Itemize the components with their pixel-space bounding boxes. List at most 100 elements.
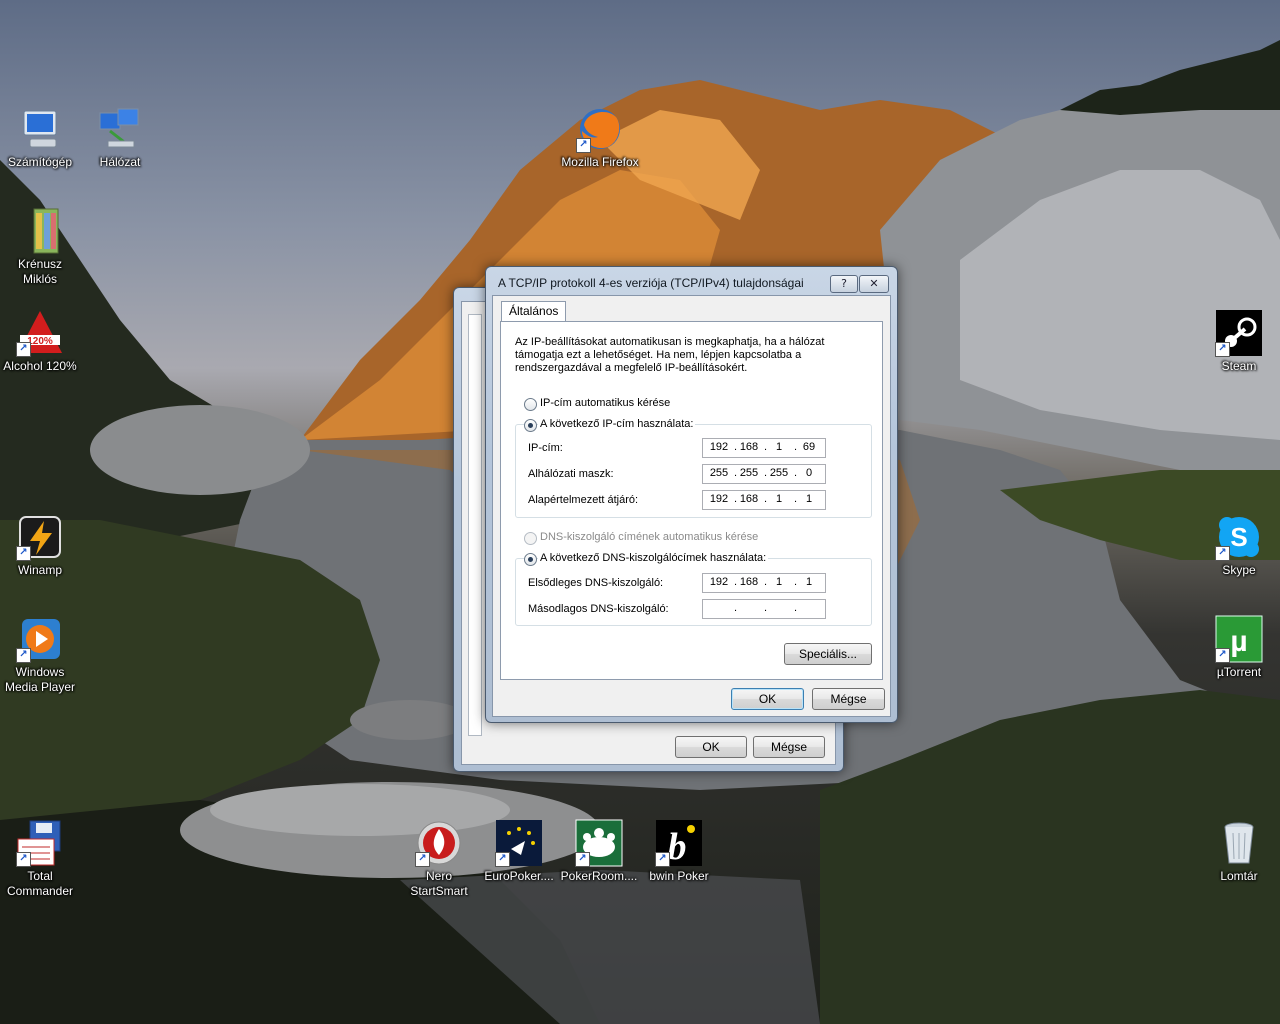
radio-dns-auto[interactable] <box>524 532 537 545</box>
radio-ip-auto-label[interactable]: IP-cím automatikus kérése <box>540 397 670 409</box>
shortcut-arrow-icon: ↗ <box>575 852 590 867</box>
computer-icon <box>16 105 64 153</box>
help-button[interactable]: ? <box>830 275 858 293</box>
gateway-field[interactable]: 192. 168. 1. 1 <box>702 490 826 510</box>
radio-dns-manual-label[interactable]: A következő DNS-kiszolgálócímek használa… <box>538 552 769 564</box>
svg-text:S: S <box>1230 522 1247 552</box>
cancel-button[interactable]: Mégse <box>812 688 885 710</box>
desktop-icon-network[interactable]: Hálózat <box>80 105 160 170</box>
pokerroom-icon: ↗ <box>575 819 623 867</box>
radio-ip-manual[interactable] <box>524 419 537 432</box>
desktop-icon-winamp[interactable]: ↗ Winamp <box>0 513 80 578</box>
desktop-icon-label: PokerRoom.... <box>560 869 638 883</box>
desktop-icon-label: Krénusz Miklós <box>17 257 63 286</box>
close-icon: ✕ <box>869 277 879 290</box>
desktop-icon-label: Nero StartSmart <box>410 869 468 898</box>
background-ok-button[interactable]: OK <box>675 736 747 758</box>
dns1-octet-1: 192 <box>709 576 729 588</box>
steam-icon: ↗ <box>1215 309 1263 357</box>
europoker-icon: ↗ <box>495 819 543 867</box>
gateway-octet-2: 168 <box>739 493 759 505</box>
desktop-icon-label: Mozilla Firefox <box>561 155 639 169</box>
desktop-icon-bwin[interactable]: b ↗ bwin Poker <box>639 819 719 884</box>
subnet-mask-label: Alhálózati maszk: <box>528 468 614 480</box>
desktop-icon-total-commander[interactable]: ↗ Total Commander <box>0 819 80 899</box>
utorrent-icon: µ ↗ <box>1215 615 1263 663</box>
desktop-icon-pokerroom[interactable]: ↗ PokerRoom.... <box>559 819 639 884</box>
desktop-icon-label: Skype <box>1222 563 1256 577</box>
shortcut-arrow-icon: ↗ <box>16 852 31 867</box>
shortcut-arrow-icon: ↗ <box>415 852 430 867</box>
desktop-icon-label: EuroPoker.... <box>484 869 554 883</box>
desktop-icon-label: Hálózat <box>99 155 141 169</box>
mask-octet-1: 255 <box>709 467 729 479</box>
background-dialog-panel-edge <box>468 314 482 736</box>
shortcut-arrow-icon: ↗ <box>1215 342 1230 357</box>
secondary-dns-field[interactable]: . . . <box>702 599 826 619</box>
advanced-button[interactable]: Speciális... <box>784 643 872 665</box>
dialog-client-area: Általános Az IP-beállításokat automatiku… <box>492 295 891 717</box>
mask-octet-3: 255 <box>769 467 789 479</box>
tcpip-properties-dialog[interactable]: A TCP/IP protokoll 4-es verziója (TCP/IP… <box>485 266 898 723</box>
background-cancel-button[interactable]: Mégse <box>753 736 825 758</box>
shortcut-arrow-icon: ↗ <box>1215 546 1230 561</box>
ip-address-field[interactable]: 192. 168. 1. 69 <box>702 438 826 458</box>
alcohol-badge-text: 120% <box>27 336 53 347</box>
desktop-icon-label: Windows Media Player <box>4 665 76 694</box>
dns1-octet-3: 1 <box>775 576 783 588</box>
desktop-icon-nero[interactable]: ↗ Nero StartSmart <box>399 819 479 899</box>
primary-dns-label: Elsődleges DNS-kiszolgáló: <box>528 577 664 589</box>
desktop-icon-skype[interactable]: S ↗ Skype <box>1199 513 1279 578</box>
svg-text:b: b <box>668 826 687 867</box>
desktop-icon-user-folder[interactable]: Krénusz Miklós <box>0 207 80 287</box>
gateway-octet-3: 1 <box>775 493 783 505</box>
mask-octet-2: 255 <box>739 467 759 479</box>
desktop-icon-utorrent[interactable]: µ ↗ µTorrent <box>1199 615 1279 680</box>
desktop-icon-label: Alcohol 120% <box>3 359 77 373</box>
dns1-octet-2: 168 <box>739 576 759 588</box>
tab-general[interactable]: Általános <box>501 301 567 321</box>
radio-ip-auto[interactable] <box>524 398 537 411</box>
skype-icon: S ↗ <box>1215 513 1263 561</box>
desktop-icon-computer[interactable]: Számítógép <box>0 105 80 170</box>
desktop-icon-label: Lomtár <box>1220 869 1258 883</box>
desktop-icon-label: Winamp <box>17 563 62 577</box>
ip-octet-1: 192 <box>709 441 729 453</box>
ip-octet-3: 1 <box>775 441 783 453</box>
shortcut-arrow-icon: ↗ <box>655 852 670 867</box>
ip-octet-2: 168 <box>739 441 759 453</box>
firefox-icon: ↗ <box>576 105 624 153</box>
user-folder-icon <box>16 207 64 255</box>
radio-dns-auto-label[interactable]: DNS-kiszolgáló címének automatikus kérés… <box>540 531 758 543</box>
desktop-icon-wmp[interactable]: ↗ Windows Media Player <box>0 615 80 695</box>
help-icon: ? <box>841 277 847 290</box>
secondary-dns-label: Másodlagos DNS-kiszolgáló: <box>528 603 669 615</box>
gateway-octet-1: 192 <box>709 493 729 505</box>
ok-button[interactable]: OK <box>731 688 804 710</box>
close-button[interactable]: ✕ <box>859 275 889 293</box>
gateway-label: Alapértelmezett átjáró: <box>528 494 639 506</box>
desktop-icon-label: µTorrent <box>1216 665 1262 679</box>
desktop-icon-recycle-bin[interactable]: Lomtár <box>1199 819 1279 884</box>
radio-ip-manual-label[interactable]: A következő IP-cím használata: <box>538 418 696 430</box>
gateway-octet-4: 1 <box>805 493 813 505</box>
radio-dns-manual[interactable] <box>524 553 537 566</box>
media-player-icon: ↗ <box>16 615 64 663</box>
shortcut-arrow-icon: ↗ <box>16 342 31 357</box>
shortcut-arrow-icon: ↗ <box>1215 648 1230 663</box>
nero-icon: ↗ <box>415 819 463 867</box>
winamp-icon: ↗ <box>16 513 64 561</box>
svg-text:µ: µ <box>1230 625 1247 658</box>
subnet-mask-field[interactable]: 255. 255. 255. 0 <box>702 464 826 484</box>
desktop-icon-alcohol[interactable]: 120% ↗ Alcohol 120% <box>0 309 80 374</box>
tab-panel-general: Az IP-beállításokat automatikusan is meg… <box>500 321 883 680</box>
primary-dns-field[interactable]: 192. 168. 1. 1 <box>702 573 826 593</box>
desktop-icon-firefox[interactable]: ↗ Mozilla Firefox <box>560 105 640 170</box>
recycle-bin-icon <box>1215 819 1263 867</box>
desktop-icon-europoker[interactable]: ↗ EuroPoker.... <box>479 819 559 884</box>
mask-octet-4: 0 <box>805 467 813 479</box>
dialog-title: A TCP/IP protokoll 4-es verziója (TCP/IP… <box>498 276 804 290</box>
desktop-icon-steam[interactable]: ↗ Steam <box>1199 309 1279 374</box>
alcohol-icon: 120% ↗ <box>16 309 64 357</box>
desktop-icon-label: Total Commander <box>6 869 74 898</box>
